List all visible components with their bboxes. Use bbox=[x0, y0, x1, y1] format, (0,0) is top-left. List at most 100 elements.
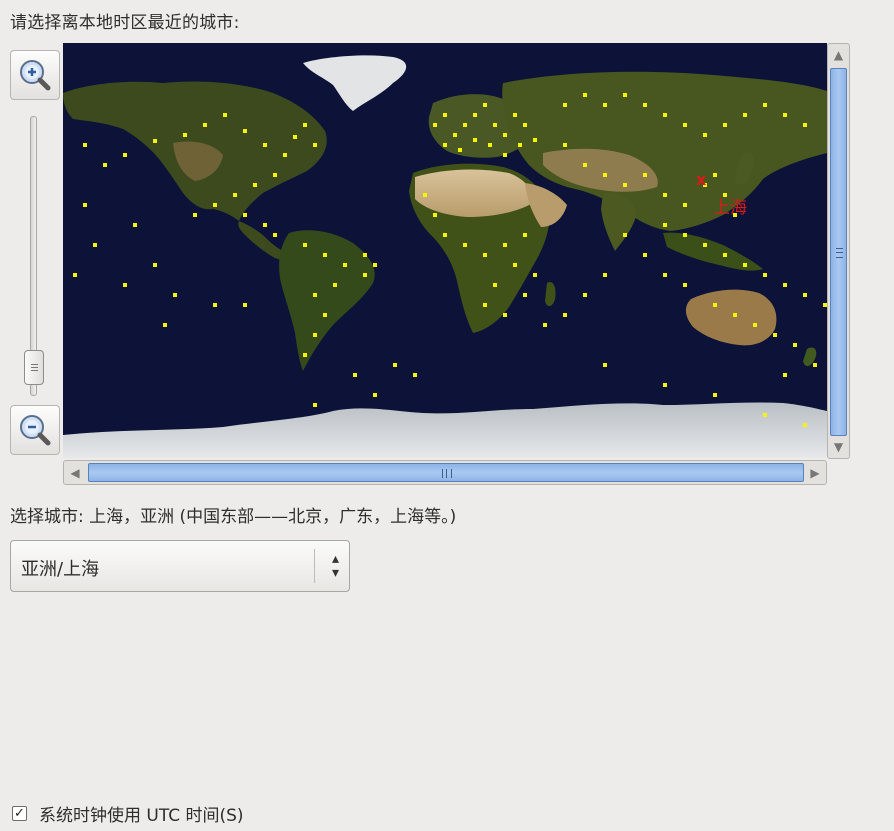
city-dot[interactable] bbox=[763, 273, 767, 277]
city-dot[interactable] bbox=[523, 293, 527, 297]
scroll-down-icon[interactable]: ▼ bbox=[832, 438, 845, 456]
map-horizontal-scrollbar[interactable]: ◀ ▶ bbox=[63, 460, 827, 485]
world-map[interactable]: x 上海 bbox=[63, 43, 827, 458]
city-dot[interactable] bbox=[503, 133, 507, 137]
city-dot[interactable] bbox=[303, 243, 307, 247]
city-dot[interactable] bbox=[443, 113, 447, 117]
city-dot[interactable] bbox=[623, 183, 627, 187]
city-dot[interactable] bbox=[133, 223, 137, 227]
city-dot[interactable] bbox=[433, 123, 437, 127]
city-dot[interactable] bbox=[183, 133, 187, 137]
city-dot[interactable] bbox=[333, 283, 337, 287]
city-dot[interactable] bbox=[263, 143, 267, 147]
city-dot[interactable] bbox=[203, 123, 207, 127]
city-dot[interactable] bbox=[603, 273, 607, 277]
city-dot[interactable] bbox=[583, 163, 587, 167]
scroll-up-icon[interactable]: ▲ bbox=[832, 46, 845, 64]
city-dot[interactable] bbox=[703, 133, 707, 137]
city-dot[interactable] bbox=[393, 363, 397, 367]
city-dot[interactable] bbox=[273, 233, 277, 237]
city-dot[interactable] bbox=[373, 393, 377, 397]
city-dot[interactable] bbox=[583, 93, 587, 97]
city-dot[interactable] bbox=[703, 243, 707, 247]
city-dot[interactable] bbox=[503, 243, 507, 247]
city-dot[interactable] bbox=[233, 193, 237, 197]
city-dot[interactable] bbox=[663, 383, 667, 387]
city-dot[interactable] bbox=[603, 103, 607, 107]
city-dot[interactable] bbox=[603, 363, 607, 367]
city-dot[interactable] bbox=[343, 263, 347, 267]
city-dot[interactable] bbox=[603, 173, 607, 177]
city-dot[interactable] bbox=[253, 183, 257, 187]
utc-checkbox[interactable]: ✓ bbox=[12, 806, 27, 821]
city-dot[interactable] bbox=[303, 123, 307, 127]
city-dot[interactable] bbox=[663, 223, 667, 227]
city-dot[interactable] bbox=[723, 193, 727, 197]
map-vertical-scrollbar[interactable]: ▲ ▼ bbox=[827, 43, 850, 459]
city-dot[interactable] bbox=[643, 103, 647, 107]
city-dot[interactable] bbox=[163, 323, 167, 327]
city-dot[interactable] bbox=[283, 153, 287, 157]
city-dot[interactable] bbox=[323, 313, 327, 317]
city-dot[interactable] bbox=[103, 163, 107, 167]
city-dot[interactable] bbox=[623, 233, 627, 237]
world-map-canvas[interactable]: x 上海 bbox=[63, 43, 827, 458]
city-dot[interactable] bbox=[458, 148, 462, 152]
city-dot[interactable] bbox=[643, 253, 647, 257]
city-dot[interactable] bbox=[313, 403, 317, 407]
city-dot[interactable] bbox=[243, 213, 247, 217]
city-dot[interactable] bbox=[353, 373, 357, 377]
city-dot[interactable] bbox=[513, 113, 517, 117]
city-dot[interactable] bbox=[243, 303, 247, 307]
city-dot[interactable] bbox=[83, 203, 87, 207]
city-dot[interactable] bbox=[223, 113, 227, 117]
city-dot[interactable] bbox=[763, 413, 767, 417]
city-dot[interactable] bbox=[173, 293, 177, 297]
city-dot[interactable] bbox=[763, 103, 767, 107]
city-dot[interactable] bbox=[433, 213, 437, 217]
city-dot[interactable] bbox=[563, 313, 567, 317]
city-dot[interactable] bbox=[713, 173, 717, 177]
city-dot[interactable] bbox=[683, 123, 687, 127]
city-dot[interactable] bbox=[443, 233, 447, 237]
city-dot[interactable] bbox=[93, 243, 97, 247]
city-dot[interactable] bbox=[503, 313, 507, 317]
city-dot[interactable] bbox=[733, 313, 737, 317]
city-dot[interactable] bbox=[623, 93, 627, 97]
city-dot[interactable] bbox=[473, 113, 477, 117]
city-dot[interactable] bbox=[483, 103, 487, 107]
city-dot[interactable] bbox=[663, 273, 667, 277]
city-dot[interactable] bbox=[793, 343, 797, 347]
city-dot[interactable] bbox=[153, 263, 157, 267]
city-dot[interactable] bbox=[373, 263, 377, 267]
city-dot[interactable] bbox=[803, 293, 807, 297]
city-dot[interactable] bbox=[363, 253, 367, 257]
city-dot[interactable] bbox=[153, 139, 157, 143]
city-dot[interactable] bbox=[683, 203, 687, 207]
city-dot[interactable] bbox=[523, 233, 527, 237]
city-dot[interactable] bbox=[123, 153, 127, 157]
city-dot[interactable] bbox=[463, 243, 467, 247]
city-dot[interactable] bbox=[193, 213, 197, 217]
city-dot[interactable] bbox=[518, 143, 522, 147]
city-dot[interactable] bbox=[753, 323, 757, 327]
scroll-left-icon[interactable]: ◀ bbox=[66, 464, 84, 481]
city-dot[interactable] bbox=[713, 393, 717, 397]
zoom-out-button[interactable] bbox=[10, 405, 60, 455]
city-dot[interactable] bbox=[83, 143, 87, 147]
city-dot[interactable] bbox=[483, 303, 487, 307]
vertical-scroll-thumb[interactable] bbox=[830, 68, 847, 436]
city-dot[interactable] bbox=[493, 123, 497, 127]
city-dot[interactable] bbox=[563, 103, 567, 107]
city-dot[interactable] bbox=[503, 153, 507, 157]
city-dot[interactable] bbox=[723, 253, 727, 257]
city-dot[interactable] bbox=[453, 133, 457, 137]
city-dot[interactable] bbox=[583, 293, 587, 297]
city-dot[interactable] bbox=[273, 173, 277, 177]
horizontal-scroll-thumb[interactable] bbox=[88, 463, 804, 482]
city-dot[interactable] bbox=[213, 303, 217, 307]
city-dot[interactable] bbox=[543, 323, 547, 327]
city-dot[interactable] bbox=[783, 113, 787, 117]
city-dot[interactable] bbox=[783, 373, 787, 377]
city-dot[interactable] bbox=[683, 283, 687, 287]
